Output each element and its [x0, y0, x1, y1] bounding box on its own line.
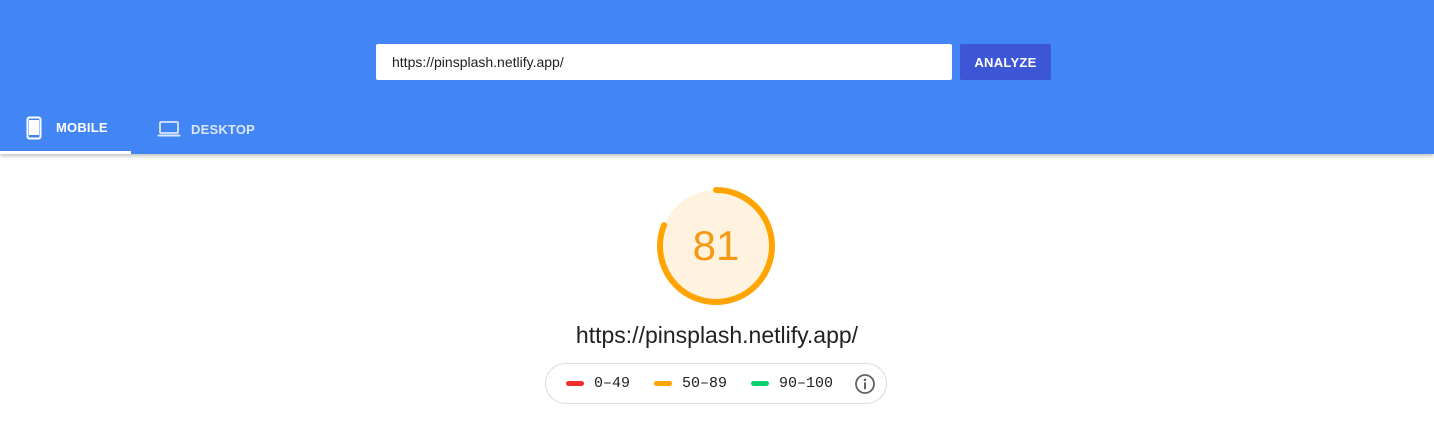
legend-label-fail: 0–49	[594, 375, 631, 392]
tab-desktop[interactable]: DESKTOP	[131, 104, 271, 154]
tab-desktop-label: DESKTOP	[191, 121, 256, 137]
score-legend: 0–49 50–89 90–100	[545, 363, 887, 404]
url-input[interactable]	[376, 44, 952, 80]
report-url: https://pinsplash.netlify.app/	[575, 322, 859, 348]
performance-score: 81	[692, 222, 740, 269]
legend-bar-pass	[751, 381, 770, 386]
legend-item-pass: 90–100	[751, 375, 833, 392]
phone-icon	[26, 116, 42, 140]
legend-label-average: 50–89	[682, 375, 728, 392]
analyze-button[interactable]: ANALYZE	[960, 44, 1051, 80]
legend-item-average: 50–89	[654, 375, 727, 392]
legend-label-pass: 90–100	[779, 375, 834, 392]
score-gauge: 81	[655, 185, 777, 307]
legend-bar-fail	[566, 381, 584, 386]
legend-bar-average	[654, 381, 673, 386]
legend-item-fail: 0–49	[566, 375, 630, 392]
info-circle-icon[interactable]	[854, 373, 876, 395]
tab-mobile-label: MOBILE	[56, 120, 108, 135]
laptop-icon	[157, 120, 181, 138]
tab-mobile[interactable]: MOBILE	[0, 104, 131, 154]
header-bar: ANALYZE MOBILE DESKTOP	[0, 0, 1434, 154]
